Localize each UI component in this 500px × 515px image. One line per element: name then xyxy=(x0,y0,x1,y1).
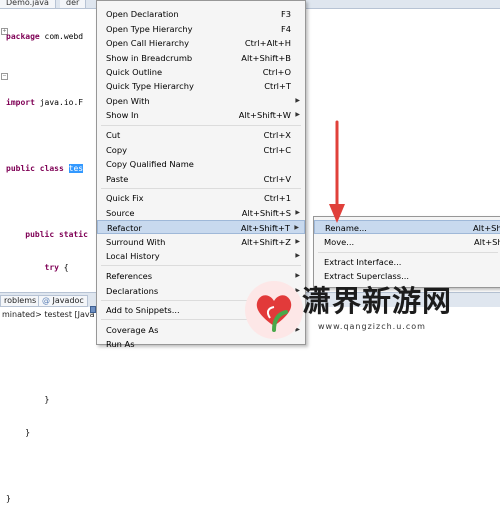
code-line: java.io.F xyxy=(39,98,84,107)
menu-item-open-declaration[interactable]: Open Declaration F3 xyxy=(97,7,305,21)
menu-item-accel: Ctrl+C xyxy=(263,145,291,155)
tab-demo-java[interactable]: Demo.java xyxy=(0,0,56,8)
menu-item-open-with[interactable]: Open With ▶ xyxy=(97,94,305,108)
menu-item-label: Quick Fix xyxy=(106,193,144,203)
menu-item-label: References xyxy=(106,271,153,281)
menu-item-label: Open Type Hierarchy xyxy=(106,24,193,34)
menu-item-label: Open With xyxy=(106,96,150,106)
menu-item-accel: Alt+Shift+S xyxy=(241,208,291,218)
menu-item-accel: Alt+Shift+B xyxy=(241,53,291,63)
submenu-item-label: Move... xyxy=(324,237,355,247)
snippet-icon xyxy=(90,306,96,313)
watermark-logo-icon xyxy=(245,281,303,339)
submenu-item-accel: Alt+Shi xyxy=(472,223,500,233)
menu-item-surround-with[interactable]: Surround With Alt+Shift+Z ▶ xyxy=(97,235,305,249)
menu-item-label: Source xyxy=(106,208,135,218)
menu-item-cut[interactable]: Cut Ctrl+X xyxy=(97,128,305,142)
tab-problems[interactable]: roblems xyxy=(0,295,41,307)
javadoc-icon: @ xyxy=(42,296,53,305)
submenu-arrow-icon: ▶ xyxy=(295,209,300,216)
menu-item-accel: Ctrl+X xyxy=(263,130,291,140)
submenu-item-accel: Alt+Shi xyxy=(473,237,500,247)
menu-item-accel: Ctrl+1 xyxy=(264,193,291,203)
menu-separator xyxy=(101,265,301,266)
submenu-arrow-icon: ▶ xyxy=(295,97,300,104)
menu-separator xyxy=(318,252,498,253)
menu-item-label: Add to Snippets... xyxy=(106,305,180,315)
annotation-arrow-icon xyxy=(329,120,345,223)
menu-item-accel: Ctrl+T xyxy=(264,81,291,91)
menu-item-quick-fix[interactable]: Quick Fix Ctrl+1 xyxy=(97,191,305,205)
menu-item-accel: Ctrl+O xyxy=(262,67,291,77)
menu-item-accel: Alt+Shift+Z xyxy=(241,237,291,247)
menu-item-accel: Alt+Shift+W xyxy=(238,110,291,120)
menu-item-paste[interactable]: Paste Ctrl+V xyxy=(97,172,305,186)
menu-item-label: Local History xyxy=(106,251,160,261)
menu-item-local-history[interactable]: Local History ▶ xyxy=(97,249,305,263)
tab-der[interactable]: der xyxy=(60,0,87,8)
tab-javadoc[interactable]: @ Javadoc xyxy=(38,295,88,307)
menu-item-accel: Ctrl+V xyxy=(263,174,291,184)
menu-item-label: Surround With xyxy=(106,237,166,247)
menu-item-label: Paste xyxy=(106,174,129,184)
menu-item-copy-qualified-name[interactable]: Copy Qualified Name xyxy=(97,157,305,171)
watermark: 潇界新游网 www.qangzizch.u.com xyxy=(240,272,500,343)
submenu-arrow-icon: ▶ xyxy=(295,111,300,118)
menu-item-label: Show In xyxy=(106,110,139,120)
menu-item-label: Cut xyxy=(106,130,121,140)
menu-item-label: Refactor xyxy=(107,223,142,233)
menu-item-label: Declarations xyxy=(106,286,159,296)
menu-item-copy[interactable]: Copy Ctrl+C xyxy=(97,143,305,157)
menu-item-label: Run As xyxy=(106,339,135,349)
menu-separator xyxy=(101,188,301,189)
watermark-url: www.qangzizch.u.com xyxy=(318,322,426,331)
submenu-item-move[interactable]: Move... Alt+Shi xyxy=(314,235,500,249)
menu-item-show-in-breadcrumb[interactable]: Show in Breadcrumb Alt+Shift+B xyxy=(97,51,305,65)
menu-item-label: Quick Type Hierarchy xyxy=(106,81,194,91)
menu-item-quick-outline[interactable]: Quick Outline Ctrl+O xyxy=(97,65,305,79)
menu-item-accel: Alt+Shift+T xyxy=(240,223,290,233)
selected-word[interactable]: tes xyxy=(68,164,84,173)
menu-item-source[interactable]: Source Alt+Shift+S ▶ xyxy=(97,206,305,220)
menu-item-label: Coverage As xyxy=(106,325,159,335)
submenu-arrow-icon: ▶ xyxy=(294,224,299,231)
menu-item-accel: F3 xyxy=(280,9,291,19)
menu-item-label: Copy xyxy=(106,145,128,155)
submenu-arrow-icon: ▶ xyxy=(295,238,300,245)
menu-item-label: Open Declaration xyxy=(106,9,179,19)
submenu-item-label: Extract Interface... xyxy=(324,257,402,267)
code-text: package com.webd import java.io.F public… xyxy=(6,32,88,503)
menu-item-refactor[interactable]: Refactor Alt+Shift+T ▶ xyxy=(97,220,305,234)
menu-item-accel: Ctrl+Alt+H xyxy=(244,38,291,48)
menu-item-open-call-hierarchy[interactable]: Open Call Hierarchy Ctrl+Alt+H xyxy=(97,36,305,50)
menu-item-label: Open Call Hierarchy xyxy=(106,38,190,48)
submenu-arrow-icon: ▶ xyxy=(295,252,300,259)
menu-item-label: Show in Breadcrumb xyxy=(106,53,193,63)
watermark-brand: 潇界新游网 xyxy=(302,284,453,318)
menu-item-label: Quick Outline xyxy=(106,67,163,77)
menu-item-quick-type-hierarchy[interactable]: Quick Type Hierarchy Ctrl+T xyxy=(97,79,305,93)
submenu-item-extract-interface[interactable]: Extract Interface... xyxy=(314,255,500,269)
code-line: com.webd xyxy=(44,32,84,41)
console-status: minated> testest [Java xyxy=(2,310,95,319)
menu-item-label: Copy Qualified Name xyxy=(106,159,194,169)
menu-separator xyxy=(101,125,301,126)
tab-javadoc-label: Javadoc xyxy=(52,296,84,305)
menu-item-show-in[interactable]: Show In Alt+Shift+W ▶ xyxy=(97,108,305,122)
menu-item-accel: F4 xyxy=(280,24,291,34)
menu-item-open-type-hierarchy[interactable]: Open Type Hierarchy F4 xyxy=(97,22,305,36)
